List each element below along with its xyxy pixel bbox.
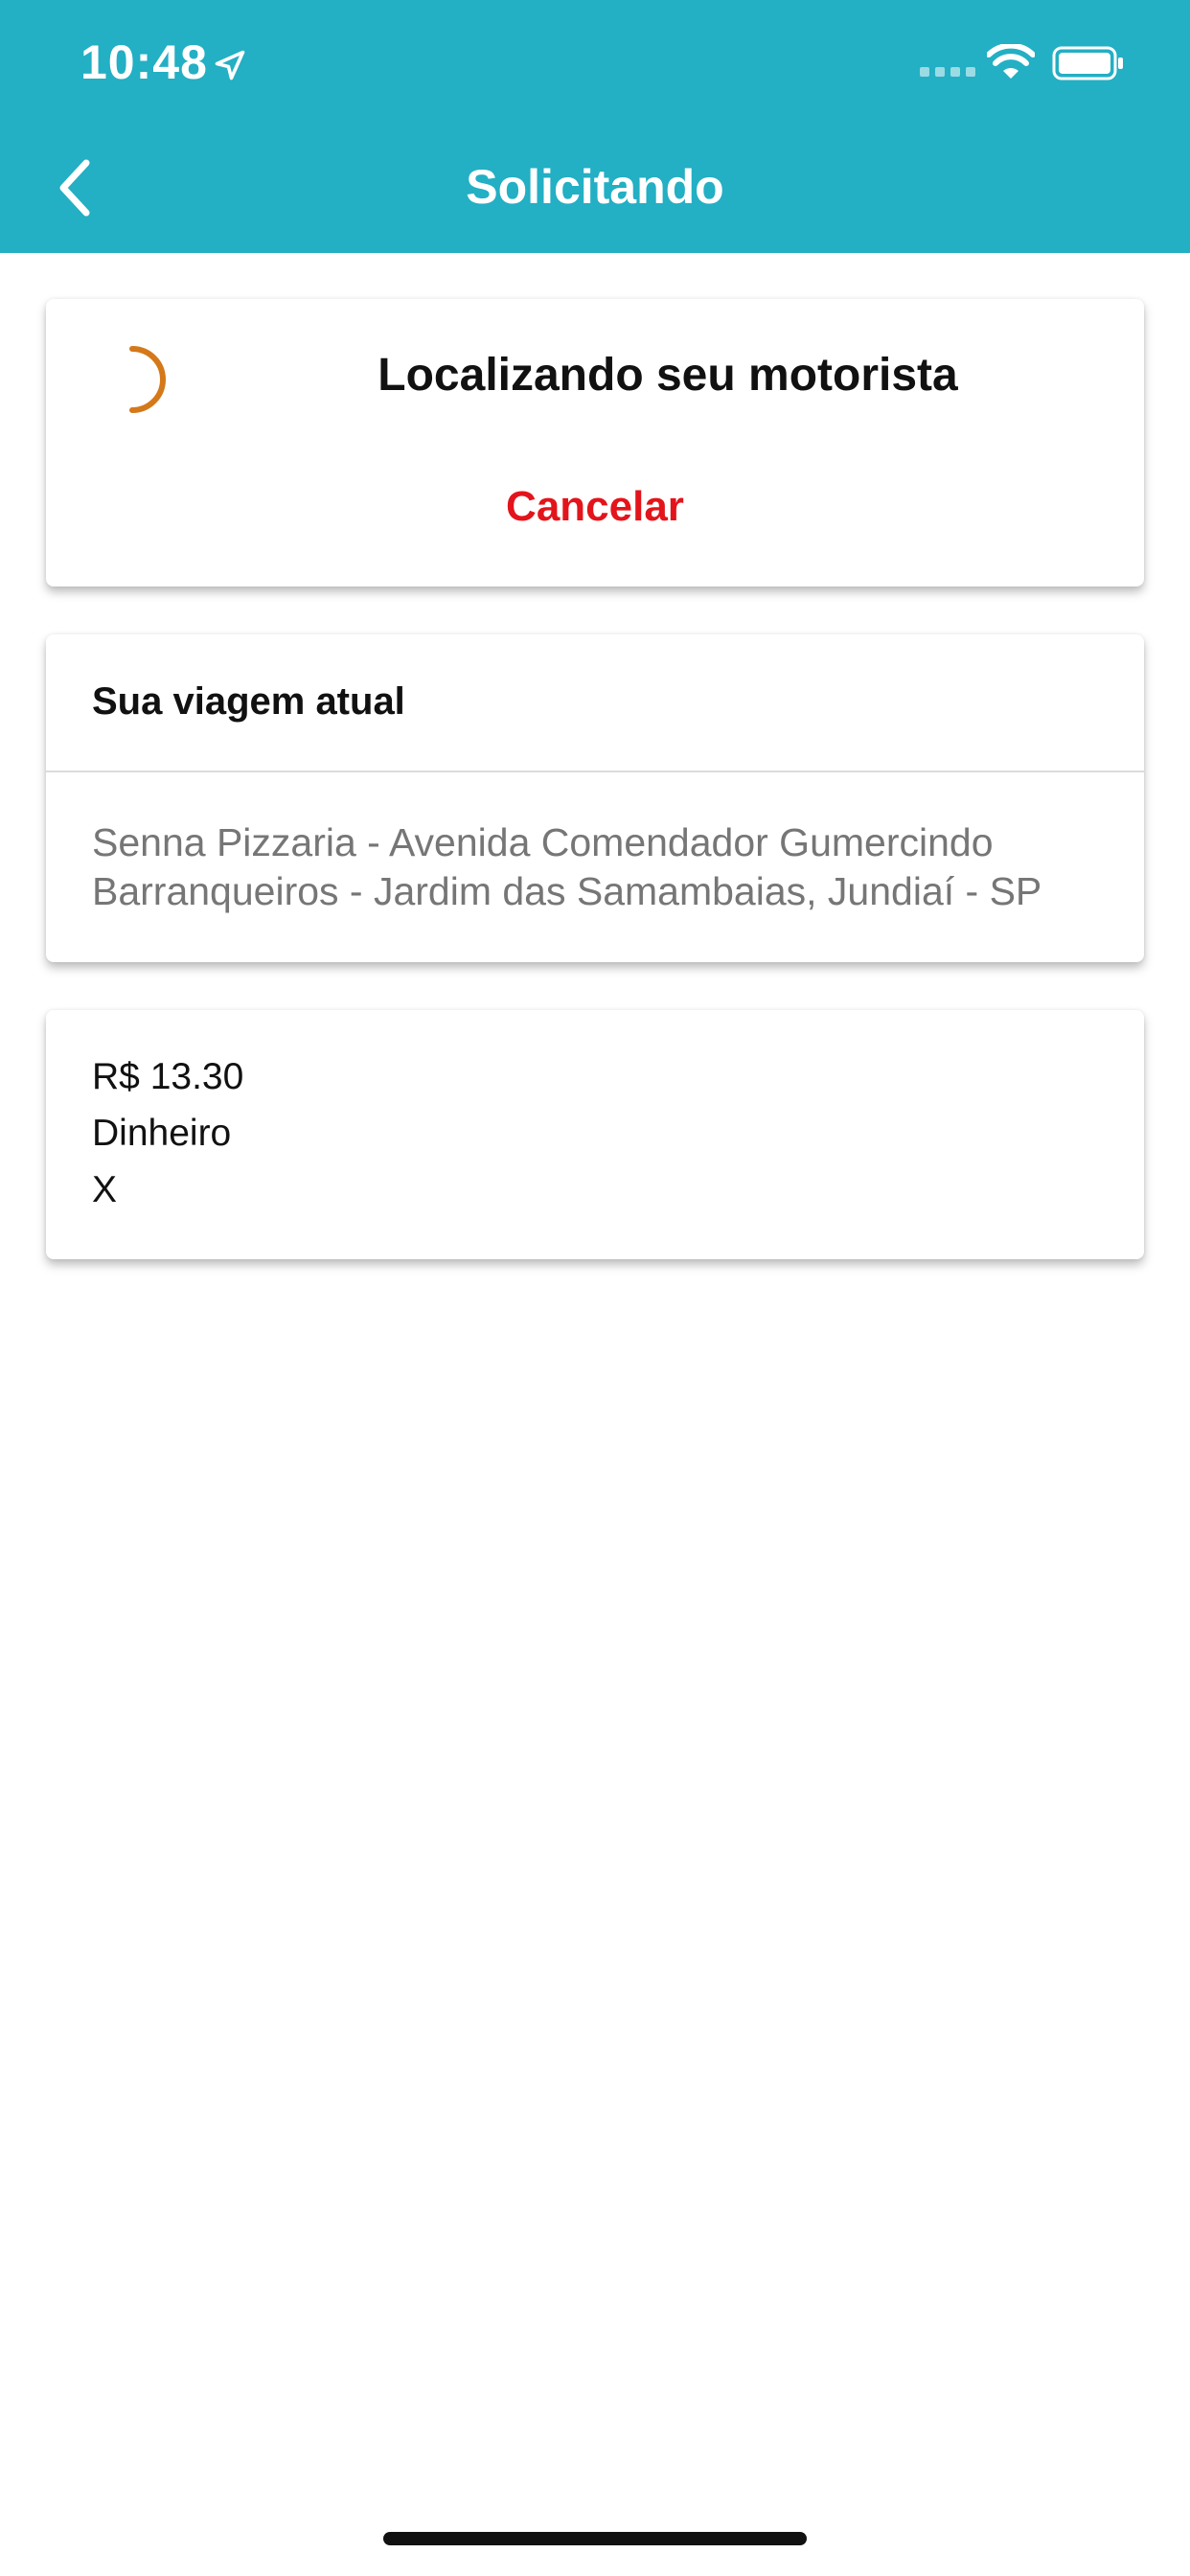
divider [46,770,1144,772]
fare-price: R$ 13.30 [92,1056,244,1097]
payment-card: R$ 13.30 Dinheiro X [46,1010,1144,1259]
status-time: 10:48 [80,35,208,89]
cellular-signal-icon [920,67,975,77]
search-status-message: Localizando seu motorista [378,350,958,401]
battery-icon [1052,46,1123,80]
wifi-icon [987,44,1035,79]
current-trip-card: Sua viagem atual Senna Pizzaria - Avenid… [46,634,1144,962]
driver-search-card: Localizando seu motorista Cancelar [46,299,1144,586]
location-arrow-icon [215,50,245,80]
cancel-button[interactable]: Cancelar [46,483,1144,531]
trip-address: Senna Pizzaria - Avenida Comendador Gume… [92,820,1042,913]
loading-spinner-icon [129,346,166,413]
payment-extra-text: X [92,1169,118,1210]
trip-heading: Sua viagem atual [92,680,405,723]
home-indicator[interactable] [383,2532,807,2545]
payment-method: Dinheiro [92,1113,232,1154]
navigation-header: 10:48 Solicitando [0,0,1190,253]
page-title: Solicitando [466,160,724,214]
